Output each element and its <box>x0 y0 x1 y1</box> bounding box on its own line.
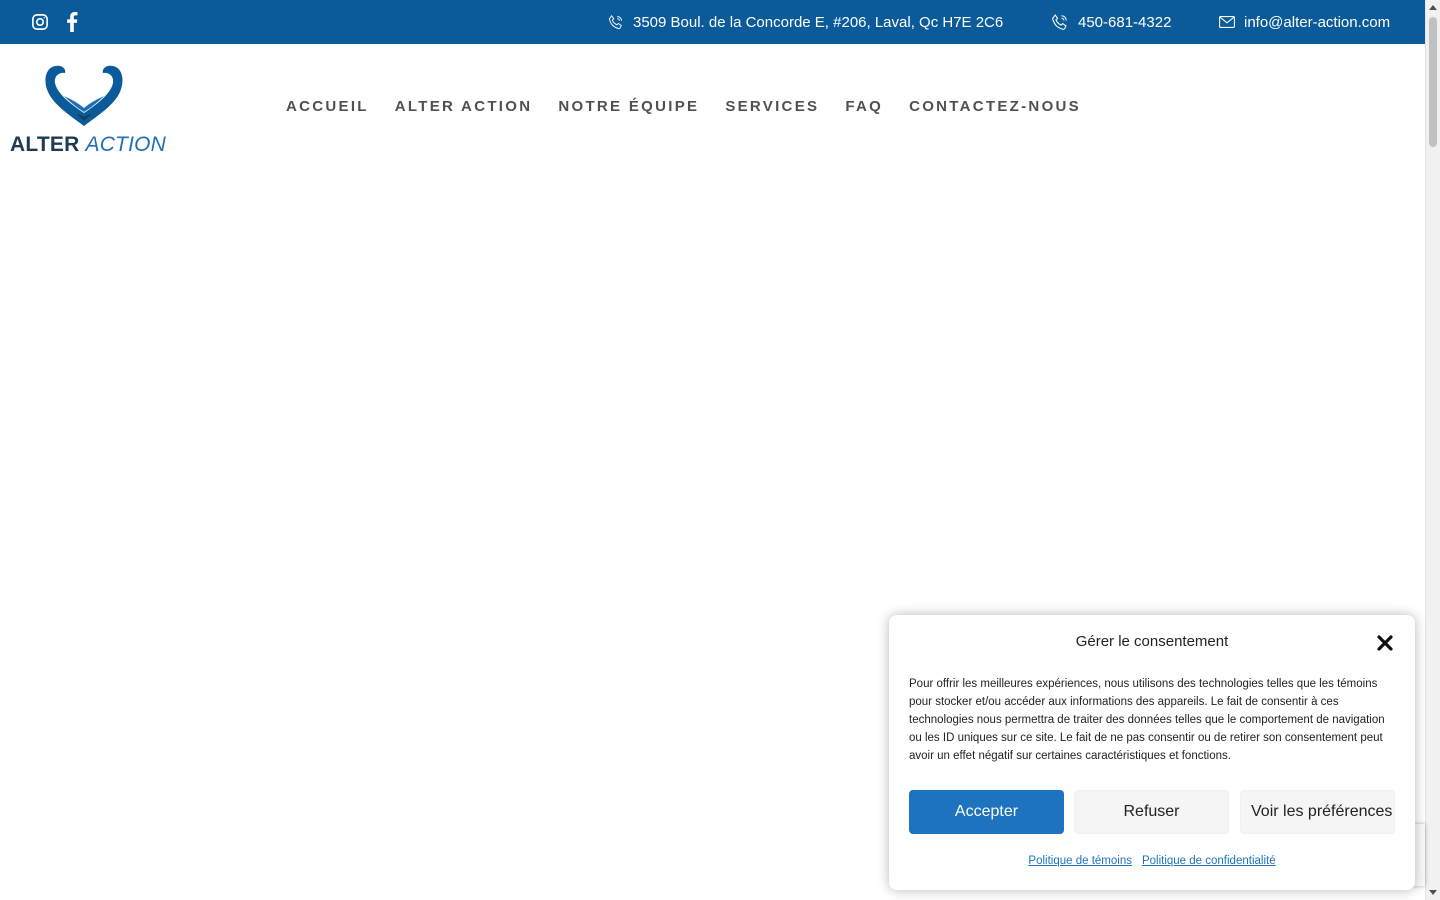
consent-dialog: Gérer le consentement Pour offrir les me… <box>889 615 1415 890</box>
email-text[interactable]: info@alter-action.com <box>1244 14 1390 31</box>
refuse-button[interactable]: Refuser <box>1074 790 1229 834</box>
phone-text[interactable]: 450-681-4322 <box>1078 14 1171 31</box>
scroll-up-arrow-icon[interactable] <box>1429 5 1437 10</box>
consent-title: Gérer le consentement <box>1075 633 1229 650</box>
email-item[interactable]: info@alter-action.com <box>1219 0 1390 44</box>
instagram-icon[interactable] <box>31 0 49 44</box>
facebook-icon[interactable] <box>66 0 78 44</box>
nav-item-faq[interactable]: FAQ <box>845 96 883 118</box>
logo-hands-heart-icon <box>45 65 123 126</box>
view-preferences-button[interactable]: Voir les préférences <box>1240 790 1395 834</box>
nav-item-alter-action[interactable]: ALTER ACTION <box>395 96 533 118</box>
logo-wordmark: ALTER ACTION <box>10 134 166 156</box>
page-scrollbar[interactable] <box>1425 0 1440 900</box>
main-nav: ACCUEIL ALTER ACTION NOTRE ÉQUIPE SERVIC… <box>286 96 1107 118</box>
scroll-down-arrow-icon[interactable] <box>1429 890 1437 895</box>
phone-item[interactable]: 450-681-4322 <box>1050 0 1171 44</box>
site-logo[interactable]: ALTER ACTION <box>10 60 166 158</box>
envelope-icon <box>1219 16 1235 28</box>
cookie-policy-link[interactable]: Politique de témoins <box>1028 855 1132 867</box>
close-icon[interactable] <box>1377 635 1393 651</box>
accept-button[interactable]: Accepter <box>909 790 1064 834</box>
nav-item-contactez-nous[interactable]: CONTACTEZ-NOUS <box>909 96 1081 118</box>
top-bar: 3509 Boul. de la Concorde E, #206, Laval… <box>0 0 1425 44</box>
logo-word-action: ACTION <box>85 133 167 156</box>
consent-message: Pour offrir les meilleures expériences, … <box>909 678 1385 762</box>
scrollbar-thumb[interactable] <box>1429 17 1437 147</box>
nav-item-accueil[interactable]: ACCUEIL <box>286 96 369 118</box>
logo-word-alter: ALTER <box>10 133 80 156</box>
phone-icon <box>1050 13 1069 32</box>
address-item: 3509 Boul. de la Concorde E, #206, Laval… <box>607 0 1003 44</box>
consent-links: Politique de témoins Politique de confid… <box>889 855 1415 867</box>
address-text: 3509 Boul. de la Concorde E, #206, Laval… <box>633 13 1004 31</box>
privacy-policy-link[interactable]: Politique de confidentialité <box>1142 855 1276 867</box>
nav-item-services[interactable]: SERVICES <box>725 96 819 118</box>
nav-item-notre-equipe[interactable]: NOTRE ÉQUIPE <box>558 96 699 118</box>
phone-icon <box>607 14 624 31</box>
